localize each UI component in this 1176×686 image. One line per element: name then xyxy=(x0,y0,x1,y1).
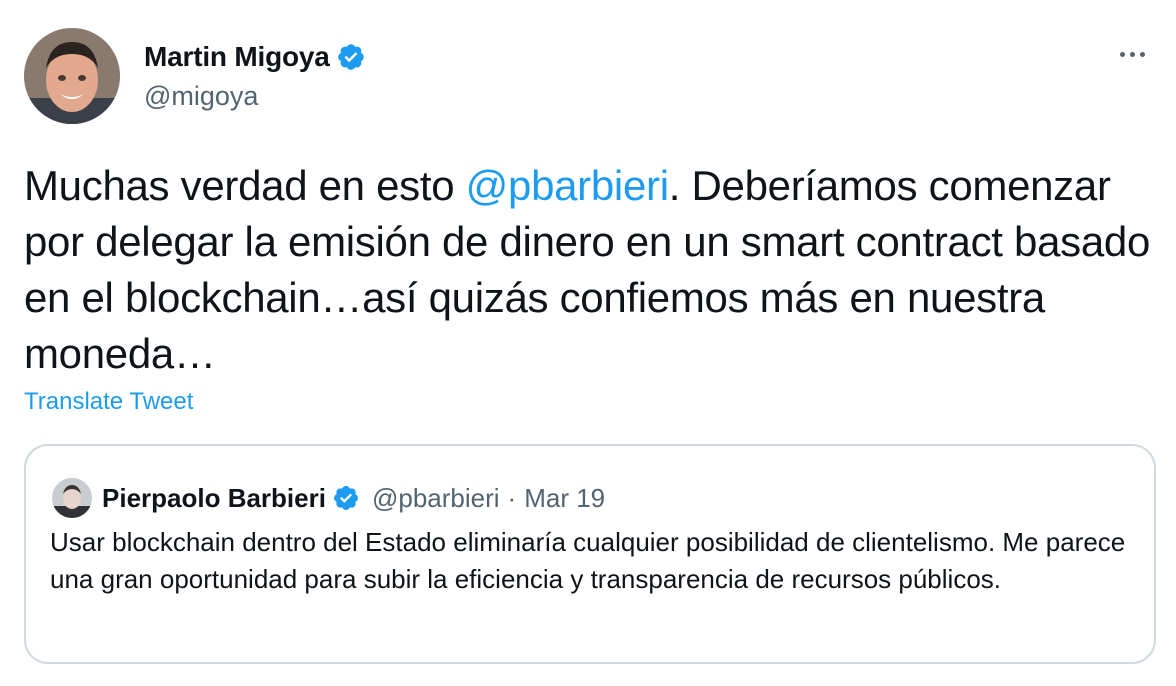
author-info: Martin Migoya @migoya xyxy=(144,41,366,112)
tweet-text: Muchas verdad en esto @pbarbieri. Deberí… xyxy=(24,158,1164,382)
more-horizontal-icon xyxy=(1119,51,1125,57)
tweet-text-before: Muchas verdad en esto xyxy=(24,162,466,209)
author-display-name[interactable]: Martin Migoya xyxy=(144,41,330,73)
quoted-user-avatar-icon xyxy=(52,478,92,518)
quoted-tweet[interactable]: Pierpaolo Barbieri @pbarbieri · Mar 19 U… xyxy=(24,444,1156,664)
quoted-tweet-header: Pierpaolo Barbieri @pbarbieri · Mar 19 xyxy=(52,478,605,518)
author-handle[interactable]: @migoya xyxy=(144,81,366,112)
more-horizontal-icon xyxy=(1139,51,1145,57)
author-avatar[interactable] xyxy=(24,28,120,124)
quoted-tweet-text: Usar blockchain dentro del Estado elimin… xyxy=(50,527,1126,594)
verified-badge-icon xyxy=(336,42,366,72)
quoted-tweet-date: Mar 19 xyxy=(524,482,606,513)
translate-tweet-link[interactable]: Translate Tweet xyxy=(24,388,193,416)
dot-separator: · xyxy=(507,482,517,513)
more-options-button[interactable] xyxy=(1112,40,1152,68)
tweet-card: Martin Migoya @migoya Muchas verdad en e… xyxy=(0,0,1176,686)
user-avatar-photo-icon xyxy=(24,28,120,124)
verified-badge-icon xyxy=(332,484,360,512)
author-name-row: Martin Migoya xyxy=(144,41,366,73)
quoted-author-display-name: Pierpaolo Barbieri xyxy=(102,482,326,513)
tweet-header: Martin Migoya @migoya xyxy=(24,28,366,124)
more-horizontal-icon xyxy=(1129,51,1135,57)
quoted-author-handle: @pbarbieri xyxy=(371,482,500,513)
quoted-author-avatar xyxy=(52,478,92,518)
mention-link[interactable]: @pbarbieri xyxy=(466,162,669,209)
